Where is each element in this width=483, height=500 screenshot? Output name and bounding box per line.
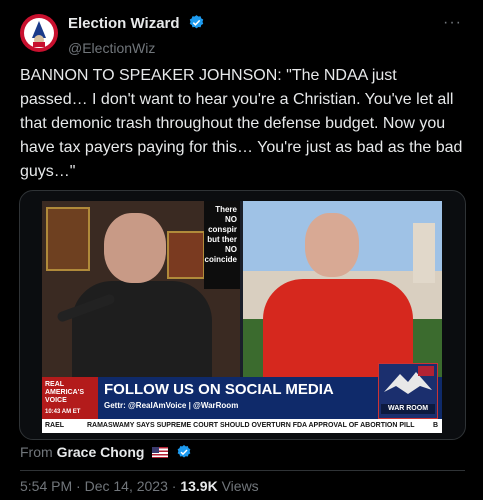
handle[interactable]: @ElectionWiz bbox=[68, 39, 205, 57]
attribution-prefix: From bbox=[20, 444, 53, 460]
news-ticker: RAEL RAMASWAMY SAYS SUPREME COURT SHOULD… bbox=[42, 419, 442, 433]
video-panel-right bbox=[243, 201, 442, 377]
views-label: Views bbox=[221, 478, 259, 494]
tower-image bbox=[413, 223, 435, 283]
verified-badge-icon bbox=[188, 14, 205, 36]
verified-badge-icon bbox=[176, 444, 192, 464]
network-badge: REAL AMERICA'S VOICE 10:43 AM ET bbox=[42, 377, 98, 419]
follow-banner-text: FOLLOW US ON SOCIAL MEDIA bbox=[104, 381, 334, 398]
display-name[interactable]: Election Wizard bbox=[68, 15, 180, 32]
video-frame: There NO conspir but ther NO coincide RE… bbox=[42, 201, 442, 433]
sign-text: There NO conspir but ther NO coincide bbox=[204, 201, 240, 289]
war-room-logo: WAR ROOM bbox=[378, 363, 438, 419]
person-figure bbox=[305, 213, 359, 277]
ticker-text: RAMASWAMY SAYS SUPREME COURT SHOULD OVER… bbox=[86, 422, 415, 429]
badge-line: REAL bbox=[45, 381, 65, 388]
wizard-logo-icon bbox=[24, 18, 54, 48]
tweet-header: Election Wizard @ElectionWiz ··· bbox=[20, 14, 468, 57]
eagle-icon bbox=[384, 366, 434, 394]
ticker-lead: RAEL bbox=[45, 422, 65, 429]
meta-separator: · bbox=[171, 478, 177, 494]
tweet-meta: 5:54 PM · Dec 14, 2023 · 13.9K Views bbox=[20, 477, 259, 495]
ticker-end: B bbox=[432, 422, 438, 429]
us-flag-icon bbox=[152, 447, 169, 458]
divider bbox=[20, 470, 465, 471]
painting-image bbox=[167, 231, 205, 279]
more-options-icon[interactable]: ··· bbox=[443, 14, 462, 32]
tweet: Election Wizard @ElectionWiz ··· BANNON … bbox=[0, 0, 483, 500]
social-handles: Gettr: @RealAmVoice | @WarRoom bbox=[104, 401, 239, 410]
logo-text: WAR ROOM bbox=[381, 404, 435, 414]
views-count: 13.9K bbox=[180, 478, 218, 494]
person-figure bbox=[72, 281, 212, 377]
meta-separator: · bbox=[76, 478, 81, 494]
person-figure bbox=[104, 213, 166, 283]
post-date[interactable]: Dec 14, 2023 bbox=[85, 478, 168, 494]
badge-line: VOICE bbox=[45, 397, 67, 404]
post-time[interactable]: 5:54 PM bbox=[20, 478, 72, 494]
video-media[interactable]: There NO conspir but ther NO coincide RE… bbox=[19, 190, 466, 440]
lower-third-banner: REAL AMERICA'S VOICE 10:43 AM ET FOLLOW … bbox=[42, 363, 442, 419]
video-panel-left: There NO conspir but ther NO coincide bbox=[42, 201, 240, 377]
author-names: Election Wizard @ElectionWiz bbox=[68, 14, 205, 57]
painting-image bbox=[46, 207, 90, 271]
video-attribution: From Grace Chong bbox=[20, 443, 192, 464]
badge-time: 10:43 AM ET bbox=[45, 409, 81, 415]
badge-line: AMERICA'S bbox=[45, 389, 84, 396]
tweet-text: BANNON TO SPEAKER JOHNSON: "The NDAA jus… bbox=[20, 67, 463, 180]
avatar[interactable] bbox=[20, 14, 58, 52]
attribution-name[interactable]: Grace Chong bbox=[57, 444, 145, 460]
